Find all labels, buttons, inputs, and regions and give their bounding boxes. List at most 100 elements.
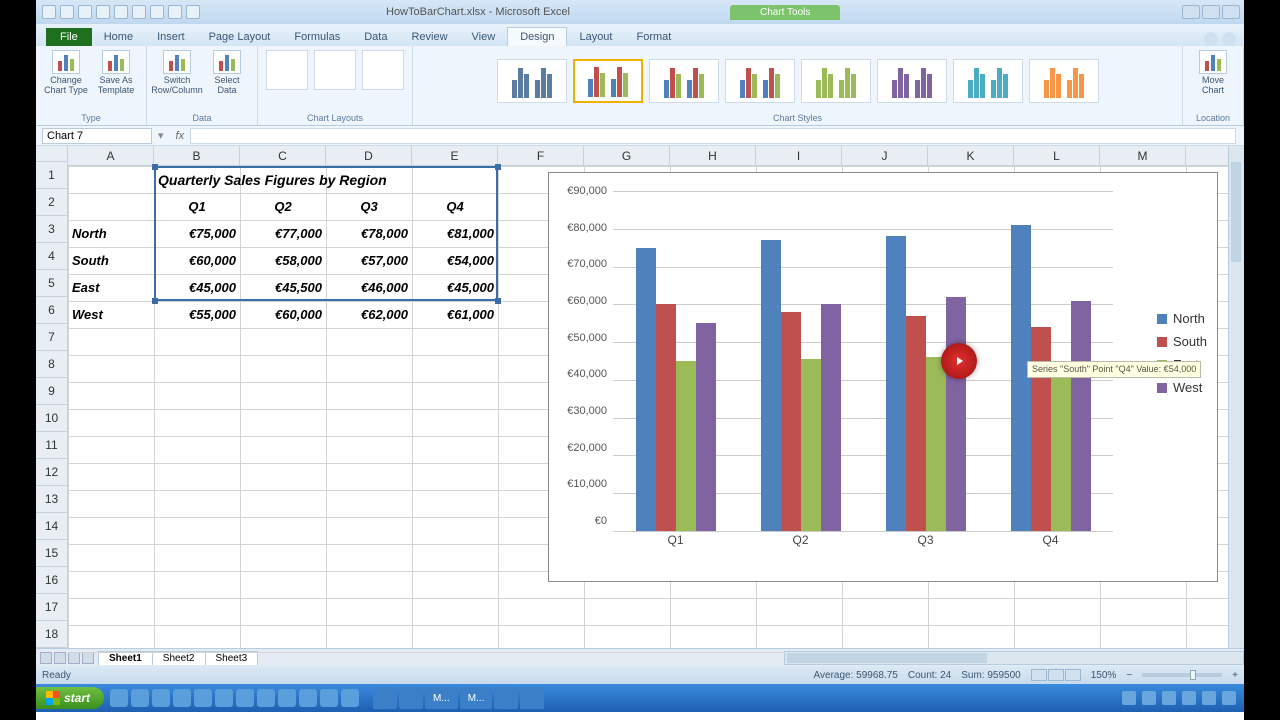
tab-file[interactable]: File [46, 28, 92, 46]
cell[interactable]: €55,000 [154, 301, 240, 328]
formula-bar[interactable] [190, 128, 1236, 144]
bar[interactable] [636, 248, 656, 531]
tab-view[interactable]: View [460, 28, 508, 46]
quicklaunch-icon[interactable] [278, 689, 296, 707]
cell[interactable]: €60,000 [154, 247, 240, 274]
cell[interactable]: €60,000 [240, 301, 326, 328]
cell[interactable]: West [68, 301, 154, 328]
chart-layout-thumb[interactable] [362, 50, 404, 90]
tab-nav-last-icon[interactable] [82, 652, 94, 664]
chart-legend[interactable]: NorthSouthEastWest [1157, 303, 1207, 403]
zoom-slider[interactable] [1142, 673, 1222, 677]
view-layout-icon[interactable] [1048, 669, 1064, 681]
bar[interactable] [656, 304, 676, 531]
system-tray[interactable] [1114, 691, 1244, 705]
row-header[interactable]: 15 [36, 540, 67, 567]
taskbar-app[interactable]: M... [425, 687, 458, 709]
grid[interactable]: ABCDEFGHIJKLM Quarterly Sales Figures by… [68, 146, 1244, 648]
bar[interactable] [1031, 327, 1051, 531]
chart-style-thumb[interactable] [801, 59, 871, 103]
row-header[interactable]: 16 [36, 567, 67, 594]
legend-item[interactable]: North [1157, 311, 1207, 326]
row-header[interactable]: 4 [36, 243, 67, 270]
chart-style-thumb[interactable] [1029, 59, 1099, 103]
chart-layout-thumb[interactable] [314, 50, 356, 90]
quicklaunch-icon[interactable] [236, 689, 254, 707]
row-header[interactable]: 2 [36, 189, 67, 216]
qat-icon[interactable] [132, 5, 146, 19]
minimize-icon[interactable] [1182, 5, 1200, 19]
bar[interactable] [1011, 225, 1031, 531]
chart-style-thumb[interactable] [953, 59, 1023, 103]
bar[interactable] [676, 361, 696, 531]
chart-layout-thumb[interactable] [266, 50, 308, 90]
qat-icon[interactable] [150, 5, 164, 19]
cell[interactable]: €78,000 [326, 220, 412, 247]
cell[interactable]: €45,000 [154, 274, 240, 301]
row-headers[interactable]: 123456789101112131415161718 [36, 162, 68, 648]
view-break-icon[interactable] [1065, 669, 1081, 681]
tab-insert[interactable]: Insert [145, 28, 197, 46]
cell[interactable]: Q2 [240, 193, 326, 220]
maximize-icon[interactable] [1202, 5, 1220, 19]
taskbar-app[interactable] [520, 687, 544, 709]
legend-item[interactable]: South [1157, 334, 1207, 349]
save-icon[interactable] [60, 5, 74, 19]
bar[interactable] [696, 323, 716, 531]
chart-style-thumb[interactable] [649, 59, 719, 103]
tab-nav-next-icon[interactable] [68, 652, 80, 664]
taskbar-app[interactable] [399, 687, 423, 709]
cell[interactable]: Q4 [412, 193, 498, 220]
horizontal-scrollbar[interactable] [784, 651, 1244, 665]
legend-item[interactable]: West [1157, 380, 1207, 395]
row-header[interactable]: 8 [36, 351, 67, 378]
row-header[interactable]: 10 [36, 405, 67, 432]
quicklaunch-icon[interactable] [152, 689, 170, 707]
row-header[interactable]: 9 [36, 378, 67, 405]
quicklaunch-icon[interactable] [320, 689, 338, 707]
save-as-template-button[interactable]: Save As Template [94, 50, 138, 96]
quicklaunch-icon[interactable] [257, 689, 275, 707]
undo-icon[interactable] [78, 5, 92, 19]
row-header[interactable]: 14 [36, 513, 67, 540]
quicklaunch-icon[interactable] [341, 689, 359, 707]
bar[interactable] [1051, 361, 1071, 531]
quicklaunch-icon[interactable] [173, 689, 191, 707]
start-button[interactable]: start [36, 687, 104, 709]
row-header[interactable]: 1 [36, 162, 67, 189]
bar[interactable] [1071, 301, 1091, 531]
switch-row-column-button[interactable]: Switch Row/Column [155, 50, 199, 96]
bar[interactable] [906, 316, 926, 531]
chart-style-thumb[interactable] [573, 59, 643, 103]
tab-design[interactable]: Design [507, 27, 567, 46]
help-icon[interactable] [1204, 32, 1218, 46]
taskbar-app[interactable] [373, 687, 397, 709]
cell[interactable]: South [68, 247, 154, 274]
tab-page-layout[interactable]: Page Layout [197, 28, 283, 46]
move-chart-button[interactable]: Move Chart [1191, 50, 1235, 96]
cell[interactable]: €57,000 [326, 247, 412, 274]
cell[interactable]: €46,000 [326, 274, 412, 301]
cell[interactable]: Q1 [154, 193, 240, 220]
cell[interactable]: €81,000 [412, 220, 498, 247]
redo-icon[interactable] [96, 5, 110, 19]
bar-group[interactable] [613, 191, 738, 531]
quicklaunch-icon[interactable] [215, 689, 233, 707]
row-header[interactable]: 5 [36, 270, 67, 297]
tab-formulas[interactable]: Formulas [282, 28, 352, 46]
embedded-chart[interactable]: €0€10,000€20,000€30,000€40,000€50,000€60… [548, 172, 1218, 582]
tab-review[interactable]: Review [399, 28, 459, 46]
row-header[interactable]: 12 [36, 459, 67, 486]
qat-icon[interactable] [168, 5, 182, 19]
cell[interactable]: €77,000 [240, 220, 326, 247]
cell[interactable]: Q3 [326, 193, 412, 220]
row-header[interactable]: 6 [36, 297, 67, 324]
cell[interactable]: €58,000 [240, 247, 326, 274]
zoom-level[interactable]: 150% [1091, 670, 1117, 681]
select-data-button[interactable]: Select Data [205, 50, 249, 96]
bar[interactable] [781, 312, 801, 531]
bar[interactable] [886, 236, 906, 531]
row-header[interactable]: 18 [36, 621, 67, 648]
bar-group[interactable] [738, 191, 863, 531]
row-header[interactable]: 17 [36, 594, 67, 621]
